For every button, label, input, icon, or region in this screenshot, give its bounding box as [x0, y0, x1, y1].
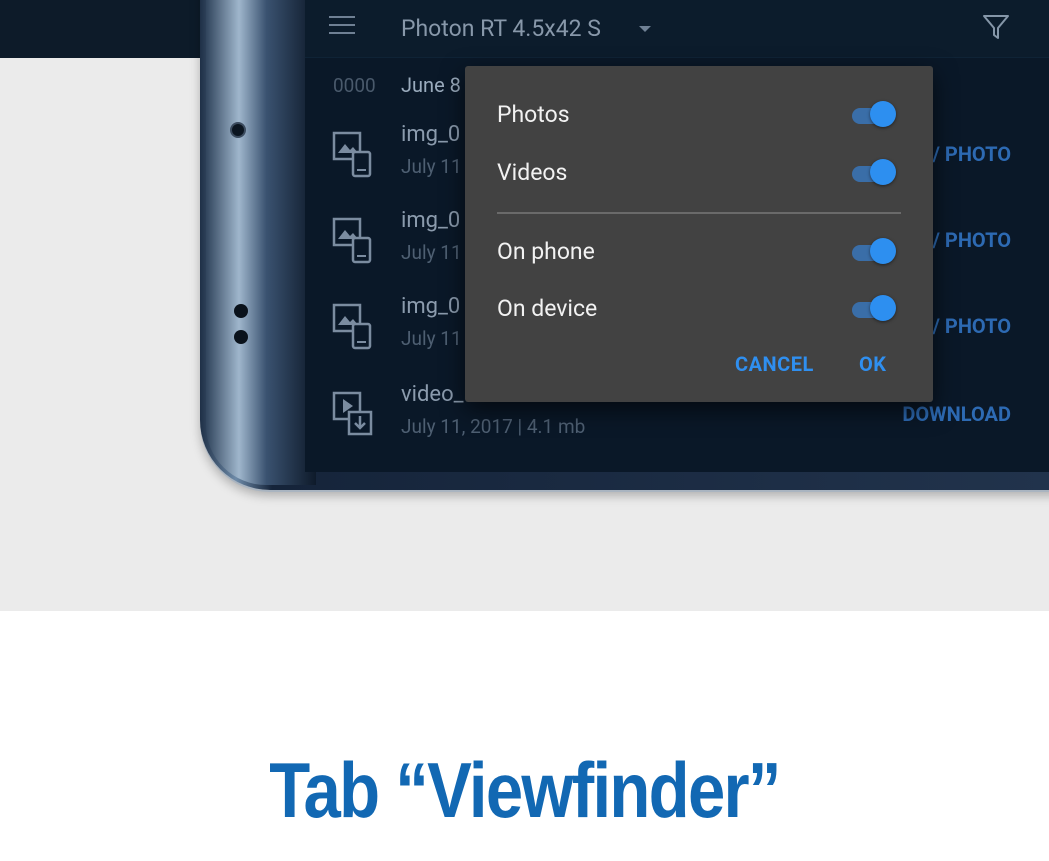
phone-curved-edge	[206, 0, 316, 485]
file-name: img_0	[401, 294, 461, 319]
light-sensor	[234, 330, 248, 344]
file-meta: July 11	[401, 155, 462, 178]
videos-toggle[interactable]	[852, 159, 896, 185]
dropdown-arrow-icon[interactable]	[639, 26, 651, 32]
cancel-button[interactable]: CANCEL	[735, 352, 814, 376]
on-phone-toggle[interactable]	[852, 238, 896, 264]
on-device-toggle[interactable]	[852, 295, 896, 321]
image-on-phone-icon	[332, 303, 372, 350]
video-download-icon	[332, 391, 373, 436]
page-caption: Tab “Viewfinder”	[269, 746, 781, 834]
image-on-phone-icon	[332, 131, 372, 178]
top-dark-strip	[0, 0, 210, 58]
filter-funnel-icon[interactable]	[981, 12, 1011, 42]
photos-option[interactable]: Photos	[465, 87, 933, 143]
download-button[interactable]: DOWNLOAD	[902, 402, 1011, 426]
date-code: 0000	[333, 74, 376, 97]
on-device-option[interactable]: On device	[465, 281, 933, 337]
filter-dialog: Photos Videos On phone On device CANCEL …	[465, 66, 933, 402]
ok-button[interactable]: OK	[859, 352, 887, 376]
file-name: img_0	[401, 122, 461, 147]
app-toolbar: Photon RT 4.5x42 S	[305, 0, 1049, 58]
date-label: June 8	[401, 73, 461, 97]
device-title[interactable]: Photon RT 4.5x42 S	[401, 15, 601, 42]
photos-toggle[interactable]	[852, 101, 896, 127]
file-meta: July 11, 2017 | 4.1 mb	[401, 415, 586, 438]
file-meta: July 11	[401, 327, 462, 350]
row-action-button[interactable]: / PHOTO	[933, 314, 1011, 338]
on-phone-label: On phone	[497, 238, 595, 265]
file-name: video_	[401, 382, 464, 407]
front-camera	[230, 122, 246, 138]
on-phone-option[interactable]: On phone	[465, 224, 933, 280]
hamburger-menu-icon[interactable]	[329, 16, 355, 38]
row-action-button[interactable]: / PHOTO	[933, 228, 1011, 252]
photos-label: Photos	[497, 101, 570, 128]
row-action-button[interactable]: / PHOTO	[933, 142, 1011, 166]
proximity-sensor	[234, 304, 248, 318]
on-device-label: On device	[497, 295, 598, 322]
videos-option[interactable]: Videos	[465, 145, 933, 201]
dialog-divider	[497, 212, 901, 214]
file-meta: July 11	[401, 241, 462, 264]
file-name: img_0	[401, 208, 461, 233]
videos-label: Videos	[497, 159, 568, 186]
image-on-phone-icon	[332, 217, 372, 264]
